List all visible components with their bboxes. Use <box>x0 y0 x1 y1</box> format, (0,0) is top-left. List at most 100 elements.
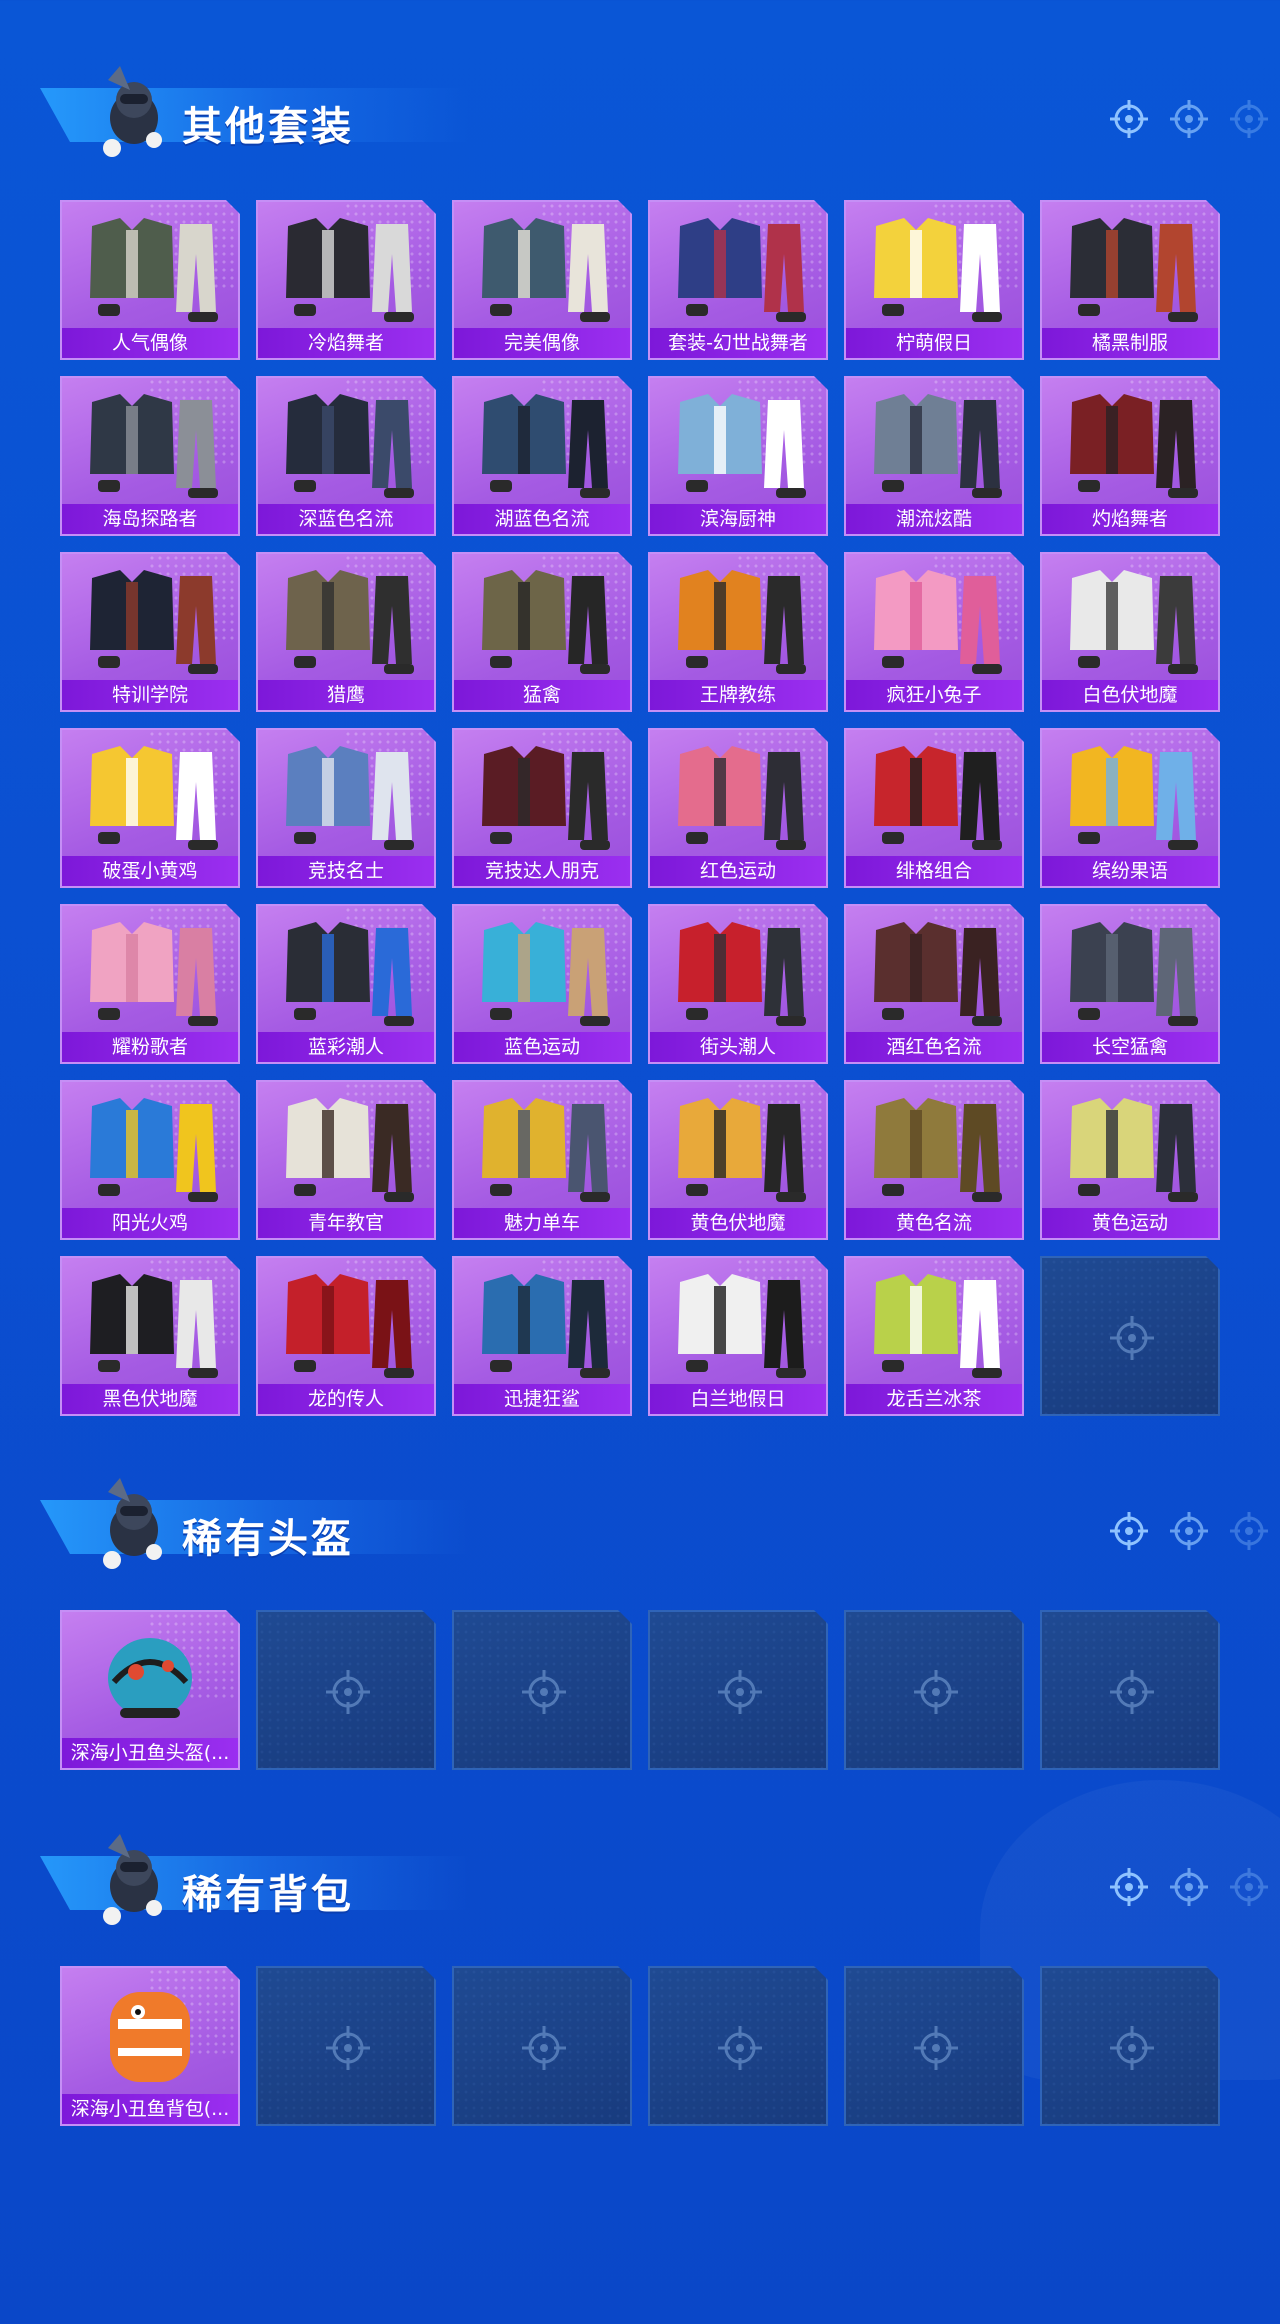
outfit-image <box>650 906 826 1032</box>
item-card[interactable]: 黄色运动 <box>1040 1080 1220 1240</box>
item-label: 猛禽 <box>454 680 630 710</box>
item-label: 套装-幻世战舞者 <box>650 328 826 358</box>
crosshair-icon <box>1110 1512 1148 1550</box>
item-label: 橘黑制服 <box>1042 328 1218 358</box>
item-card[interactable]: 特训学院 <box>60 552 240 712</box>
item-card[interactable]: 深海小丑鱼头盔(... <box>60 1610 240 1770</box>
outfit-image <box>650 202 826 328</box>
item-label: 黄色伏地魔 <box>650 1208 826 1238</box>
outfit-image <box>650 1082 826 1208</box>
item-card[interactable]: 蓝彩潮人 <box>256 904 436 1064</box>
item-card[interactable]: 黄色名流 <box>844 1080 1024 1240</box>
empty-slot <box>256 1966 436 2126</box>
item-card[interactable]: 黄色伏地魔 <box>648 1080 828 1240</box>
item-card[interactable]: 竞技达人朋克 <box>452 728 632 888</box>
item-card[interactable]: 长空猛禽 <box>1040 904 1220 1064</box>
header-target-icons <box>1108 98 1270 140</box>
crosshair-icon <box>1230 1512 1268 1550</box>
item-card[interactable]: 迅捷狂鲨 <box>452 1256 632 1416</box>
item-card[interactable]: 阳光火鸡 <box>60 1080 240 1240</box>
item-card[interactable]: 白色伏地魔 <box>1040 552 1220 712</box>
item-card[interactable]: 青年教官 <box>256 1080 436 1240</box>
item-label: 灼焰舞者 <box>1042 504 1218 534</box>
outfit-image <box>62 554 238 680</box>
item-card[interactable]: 绯格组合 <box>844 728 1024 888</box>
item-label: 完美偶像 <box>454 328 630 358</box>
item-card[interactable]: 深海小丑鱼背包(... <box>60 1966 240 2126</box>
outfit-image <box>62 202 238 328</box>
outfit-image <box>454 1258 630 1384</box>
empty-slot <box>256 1610 436 1770</box>
crosshair-icon <box>1108 1314 1156 1362</box>
item-card[interactable]: 柠萌假日 <box>844 200 1024 360</box>
crosshair-icon <box>1110 1868 1148 1906</box>
outfit-image <box>62 730 238 856</box>
item-card[interactable]: 街头潮人 <box>648 904 828 1064</box>
item-card[interactable]: 滨海厨神 <box>648 376 828 536</box>
outfit-image <box>454 1082 630 1208</box>
item-card[interactable]: 酒红色名流 <box>844 904 1024 1064</box>
outfit-image <box>1042 730 1218 856</box>
outfit-image <box>1042 554 1218 680</box>
mascot-icon <box>103 1478 162 1569</box>
item-card[interactable]: 海岛探路者 <box>60 376 240 536</box>
item-grid: 深海小丑鱼头盔(... <box>60 1610 1220 1770</box>
backpack-image <box>62 1968 238 2094</box>
item-card[interactable]: 橘黑制服 <box>1040 200 1220 360</box>
item-card[interactable]: 耀粉歌者 <box>60 904 240 1064</box>
empty-slot <box>1040 1610 1220 1770</box>
crosshair-icon <box>716 2024 764 2072</box>
item-label: 青年教官 <box>258 1208 434 1238</box>
item-card[interactable]: 竞技名士 <box>256 728 436 888</box>
outfit-image <box>846 202 1022 328</box>
crosshair-icon <box>912 1668 960 1716</box>
item-label: 柠萌假日 <box>846 328 1022 358</box>
crosshair-icon <box>1108 1668 1156 1716</box>
item-card[interactable]: 猛禽 <box>452 552 632 712</box>
item-card[interactable]: 潮流炫酷 <box>844 376 1024 536</box>
item-label: 深海小丑鱼背包(... <box>62 2094 238 2124</box>
item-card[interactable]: 破蛋小黄鸡 <box>60 728 240 888</box>
item-card[interactable]: 灼焰舞者 <box>1040 376 1220 536</box>
item-card[interactable]: 红色运动 <box>648 728 828 888</box>
outfit-image <box>454 730 630 856</box>
item-card[interactable]: 冷焰舞者 <box>256 200 436 360</box>
item-label: 疯狂小兔子 <box>846 680 1022 710</box>
outfit-image <box>62 1258 238 1384</box>
item-card[interactable]: 蓝色运动 <box>452 904 632 1064</box>
item-label: 潮流炫酷 <box>846 504 1022 534</box>
outfit-image <box>258 906 434 1032</box>
item-label: 龙舌兰冰茶 <box>846 1384 1022 1414</box>
item-label: 滨海厨神 <box>650 504 826 534</box>
item-card[interactable]: 龙的传人 <box>256 1256 436 1416</box>
outfit-image <box>258 554 434 680</box>
item-card[interactable]: 套装-幻世战舞者 <box>648 200 828 360</box>
item-card[interactable]: 人气偶像 <box>60 200 240 360</box>
item-grid: 深海小丑鱼背包(... <box>60 1966 1220 2126</box>
item-label: 竞技名士 <box>258 856 434 886</box>
item-label: 耀粉歌者 <box>62 1032 238 1062</box>
item-card[interactable]: 黑色伏地魔 <box>60 1256 240 1416</box>
item-card[interactable]: 缤纷果语 <box>1040 728 1220 888</box>
outfit-image <box>650 1258 826 1384</box>
outfit-image <box>258 1082 434 1208</box>
outfit-image <box>1042 378 1218 504</box>
outfit-image <box>454 554 630 680</box>
item-card[interactable]: 魅力单车 <box>452 1080 632 1240</box>
item-label: 黑色伏地魔 <box>62 1384 238 1414</box>
item-card[interactable]: 深蓝色名流 <box>256 376 436 536</box>
item-card[interactable]: 完美偶像 <box>452 200 632 360</box>
item-card[interactable]: 湖蓝色名流 <box>452 376 632 536</box>
item-card[interactable]: 白兰地假日 <box>648 1256 828 1416</box>
item-label: 绯格组合 <box>846 856 1022 886</box>
item-card[interactable]: 龙舌兰冰茶 <box>844 1256 1024 1416</box>
item-card[interactable]: 疯狂小兔子 <box>844 552 1024 712</box>
section-header: 稀有头盔 <box>30 1468 1270 1578</box>
item-label: 街头潮人 <box>650 1032 826 1062</box>
outfit-image <box>846 1258 1022 1384</box>
item-card[interactable]: 猎鹰 <box>256 552 436 712</box>
empty-slot <box>648 1610 828 1770</box>
item-card[interactable]: 王牌教练 <box>648 552 828 712</box>
crosshair-icon <box>912 2024 960 2072</box>
item-label: 魅力单车 <box>454 1208 630 1238</box>
